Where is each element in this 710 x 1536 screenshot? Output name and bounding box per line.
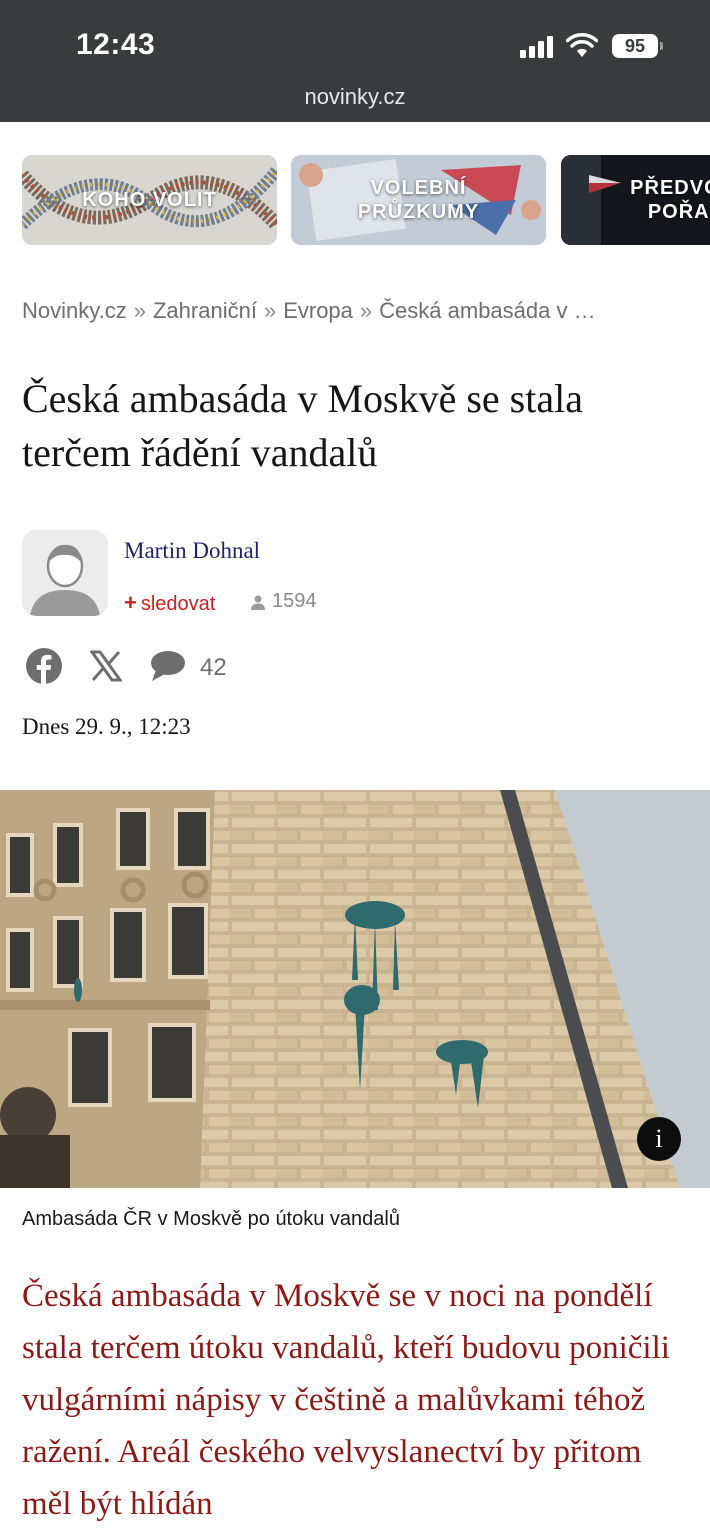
breadcrumb: Novinky.cz» Zahraniční» Evropa» Česká ambas… <box>22 298 692 324</box>
author-name-link[interactable]: Martin Dohnal <box>124 538 260 564</box>
embassy-photo <box>0 790 710 1188</box>
status-time: 12:43 <box>76 28 156 61</box>
topic-card-volebni-pruzkumy[interactable]: VOLEBNÍ PRŮZKUMY <box>291 155 546 245</box>
topic-card-label: VOLEBNÍ PRŮZKUMY <box>357 177 480 223</box>
breadcrumb-separator: » <box>263 298 277 323</box>
breadcrumb-item-zahranicni[interactable]: Zahraniční <box>153 298 257 323</box>
author-avatar[interactable] <box>22 530 108 616</box>
breadcrumb-item-evropa[interactable]: Evropa <box>283 298 353 323</box>
avatar-placeholder-icon <box>22 530 108 616</box>
comment-icon[interactable] <box>150 650 186 682</box>
plus-icon: + <box>124 590 137 615</box>
breadcrumb-separator: » <box>359 298 373 323</box>
topic-card-koho-volit[interactable]: KOHO VOLIT <box>22 155 277 245</box>
signal-icon <box>520 36 556 58</box>
article-photo[interactable] <box>0 790 710 1188</box>
wifi-icon <box>566 33 598 57</box>
battery-icon: 95 <box>612 34 658 58</box>
image-caption: Ambasáda ČR v Moskvě po útoku vandalů <box>22 1208 400 1230</box>
followers-number: 1594 <box>272 590 317 612</box>
breadcrumb-separator: » <box>133 298 146 323</box>
article-date: Dnes 29. 9., 12:23 <box>22 714 191 739</box>
followers-count: 1594 <box>250 590 317 613</box>
breadcrumb-item-current: Česká ambasáda v … <box>379 298 596 323</box>
browser-top-bar: 12:43 95 novinky.cz <box>0 0 710 122</box>
article-title: Česká ambasáda v Moskvě se stala terčem … <box>22 376 583 475</box>
x-icon[interactable] <box>90 650 122 682</box>
url-bar[interactable]: novinky.cz <box>0 84 710 110</box>
article-lead: Česká ambasáda v Moskvě se v noci na pon… <box>22 1278 670 1522</box>
user-icon <box>251 595 265 610</box>
follow-button[interactable]: + sledovat <box>124 590 215 616</box>
follow-label: sledovat <box>140 593 216 615</box>
topic-card-predvolebni-porady[interactable]: PŘEDVOL POŘAI <box>561 155 710 245</box>
topic-card-label: KOHO VOLIT <box>82 189 217 211</box>
image-info-button[interactable]: i <box>637 1117 681 1161</box>
topic-card-label: PŘEDVOL POŘAI <box>630 177 710 223</box>
breadcrumb-item-home[interactable]: Novinky.cz <box>22 298 127 323</box>
facebook-icon[interactable] <box>26 648 62 684</box>
topic-carousel[interactable]: KOHO VOLIT VOLEBNÍ PRŮZKUMY PŘEDVOL POŘA… <box>0 122 710 272</box>
comment-count[interactable]: 42 <box>200 654 227 682</box>
battery-tip <box>660 42 663 50</box>
